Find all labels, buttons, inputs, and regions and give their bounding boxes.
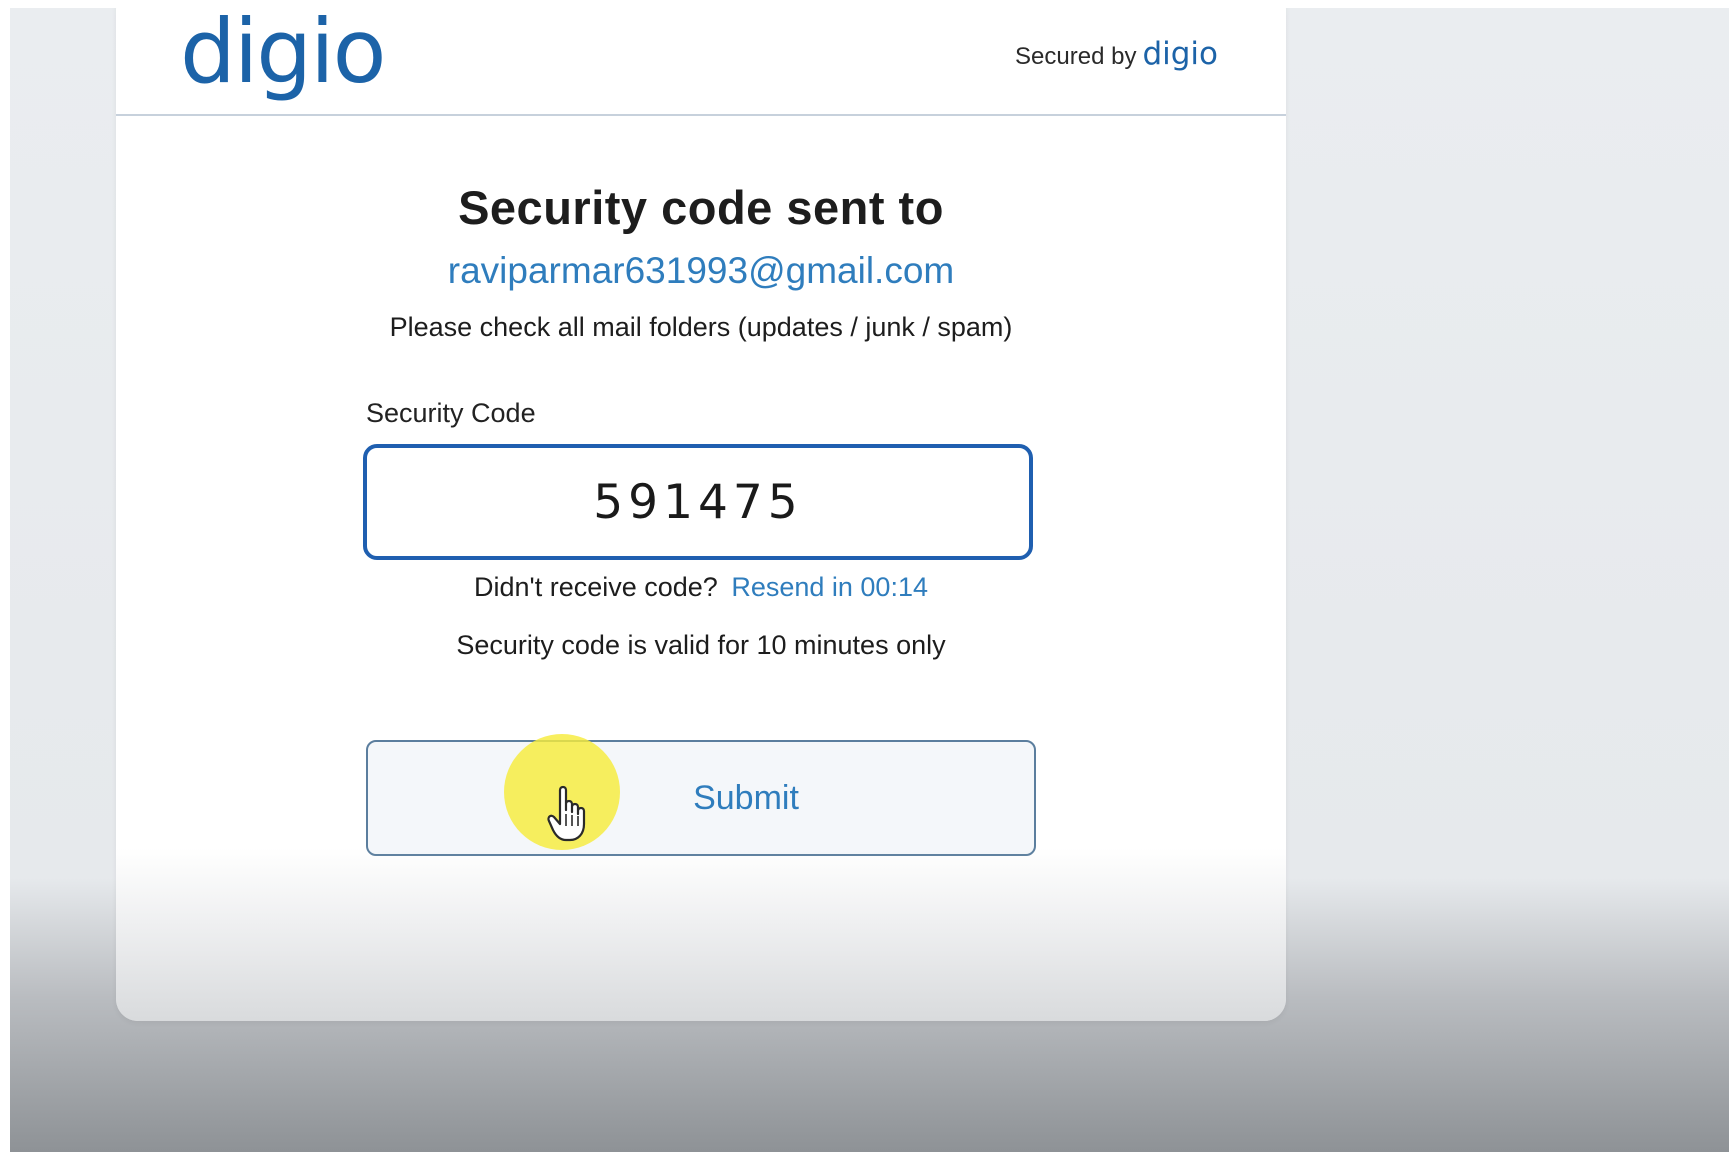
security-code-label: Security Code: [366, 398, 536, 428]
resend-link[interactable]: Resend in 00:14: [731, 572, 928, 602]
security-code-input[interactable]: [363, 444, 1033, 560]
bottom-shade: [116, 848, 1286, 1021]
secured-by-badge: Secured by digio: [1015, 36, 1218, 72]
page-title: Security code sent to: [458, 181, 944, 234]
mail-folder-hint: Please check all mail folders (updates /…: [389, 312, 1013, 342]
page-background: digio Secured by digio Security code sent…: [10, 8, 1729, 1152]
digio-logo: digio: [180, 8, 386, 103]
resend-row: Didn't receive code? Resend in 00:14: [116, 572, 1286, 603]
resend-prompt: Didn't receive code?: [474, 572, 718, 602]
card-header: digio Secured by digio: [116, 8, 1286, 116]
secured-by-brand: digio: [1142, 36, 1218, 72]
submit-button[interactable]: Submit: [366, 740, 1036, 856]
secured-by-label: Secured by: [1015, 43, 1137, 70]
validity-note: Security code is valid for 10 minutes on…: [456, 630, 946, 660]
verification-card: digio Secured by digio Security code sent…: [116, 8, 1286, 1021]
recipient-email: raviparmar631993@gmail.com: [447, 250, 955, 291]
